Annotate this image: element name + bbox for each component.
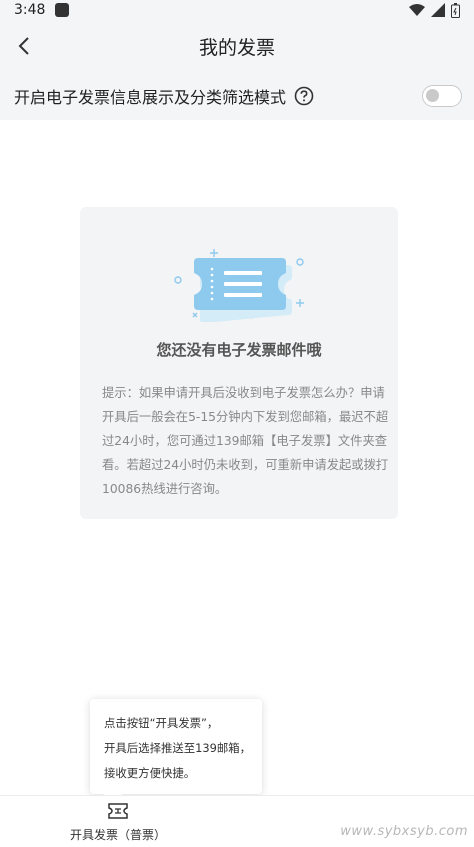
battery-icon [451,2,460,18]
app-notification-icon [55,3,70,17]
toggle-knob [426,89,439,102]
status-time: 3:48 [14,2,46,18]
bottom-bar: 开具发票（普票） www.sybxsyb.com [0,795,474,847]
e-invoice-mode-row: 开启电子发票信息展示及分类筛选模式 [0,72,474,120]
signal-icon [431,3,445,17]
e-invoice-mode-toggle[interactable] [422,85,462,107]
tooltip-line: 接收更方便快捷。 [104,766,196,780]
header: 我的发票 [0,20,474,72]
empty-state-card: 您还没有电子发票邮件哦 提示：如果申请开具后没收到电子发票怎么办？申请开具后一般… [80,207,398,519]
e-invoice-mode-label: 开启电子发票信息展示及分类筛选模式 [14,88,287,107]
invoice-icon [108,803,128,819]
issue-invoice-tooltip: 点击按钮“开具发票”， 开具后选择推送至139邮箱， 接收更方便快捷。 [90,699,262,804]
wifi-icon [409,4,425,16]
status-bar: 3:48 [0,0,474,20]
empty-state-hint: 提示：如果申请开具后没收到电子发票怎么办？申请开具后一般会在5-15分钟内下发到… [102,386,389,496]
status-icons [409,2,460,18]
tooltip-line: 点击按钮“开具发票”， [104,716,219,730]
empty-state-title: 您还没有电子发票邮件哦 [156,341,322,359]
page-title: 我的发票 [198,36,275,59]
help-icon[interactable] [294,86,314,106]
ticket-illustration-icon [174,249,304,322]
issue-invoice-label: 开具发票（普票） [69,828,166,842]
watermark: www.sybxsyb.com [340,824,468,839]
back-button[interactable] [12,34,36,58]
issue-invoice-button[interactable]: 开具发票（普票） [60,802,176,846]
chevron-left-icon [18,37,29,55]
tooltip-line: 开具后选择推送至139邮箱， [104,741,252,755]
